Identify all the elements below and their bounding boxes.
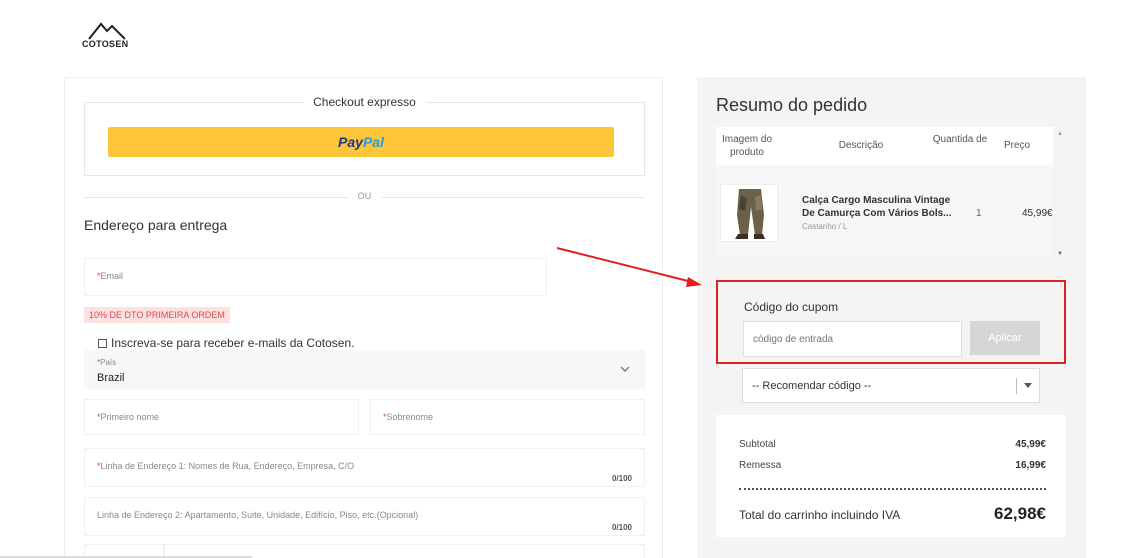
shipping-address-title: Endereço para entrega <box>84 217 228 233</box>
address-line1-label: Linha de Endereço 1: Nomes de Rua, Ender… <box>100 461 355 471</box>
email-label: Email <box>100 271 124 281</box>
product-quantity: 1 <box>976 208 982 219</box>
address-line2-counter: 0/100 <box>611 523 632 532</box>
checkout-form: Checkout expresso Pay Pal OU Endereço par… <box>64 77 663 558</box>
last-name-label: Sobrenome <box>386 412 434 422</box>
coupon-title: Código do cupom <box>744 300 839 314</box>
express-checkout-box: Checkout expresso Pay Pal <box>84 95 645 176</box>
last-name-field[interactable]: *Sobrenome <box>370 399 645 435</box>
address-line1-counter: 0/100 <box>611 474 632 483</box>
paypal-button[interactable]: Pay Pal <box>108 127 614 157</box>
column-header-description: Descrição <box>838 140 884 151</box>
order-summary-title: Resumo do pedido <box>716 95 868 115</box>
apply-coupon-button[interactable]: Aplicar <box>970 321 1040 355</box>
total-label: Total do carrinho incluindo IVA <box>739 508 901 522</box>
email-field[interactable]: *Email <box>84 258 547 296</box>
checkout-page: COTOSEN Checkout expresso Pay Pal OU Ende… <box>0 0 1145 558</box>
address-line2-field[interactable]: Linha de Endereço 2: Apartamento, Suite,… <box>84 497 645 536</box>
shipping-value: 16,99€ <box>1015 460 1046 471</box>
coupon-input[interactable] <box>743 321 962 357</box>
cotosen-logo[interactable]: COTOSEN <box>82 20 132 52</box>
caret-down-icon <box>1024 383 1032 388</box>
subscribe-option[interactable]: Inscreva-se para receber e-mails da Coto… <box>98 336 354 350</box>
recommend-code-select[interactable]: -- Recomendar código -- <box>742 368 1040 403</box>
first-order-discount-badge: 10% DE DTO PRIMEIRA ORDEM <box>84 307 230 323</box>
paypal-logo-part2: Pal <box>362 134 384 150</box>
coupon-section: Código do cupom Aplicar <box>716 280 1066 364</box>
address-line2-label: Linha de Endereço 2: Apartamento, Suite,… <box>97 510 419 520</box>
shipping-label: Remessa <box>739 460 782 471</box>
paypal-logo-part1: Pay <box>338 134 363 150</box>
column-header-price: Preço <box>1003 140 1031 151</box>
scroll-down-icon[interactable]: ▼ <box>1057 251 1063 257</box>
order-items-table: Imagem do produto Descrição Quantida de … <box>716 127 1053 261</box>
country-value: Brazil <box>97 372 125 384</box>
mountain-icon <box>88 22 126 40</box>
subtotal-value: 45,99€ <box>1015 439 1046 450</box>
product-image <box>720 184 778 242</box>
product-name[interactable]: Calça Cargo Masculina Vintage De Camurça… <box>802 194 962 220</box>
address-line1-field[interactable]: *Linha de Endereço 1: Nomes de Rua, Ende… <box>84 448 645 487</box>
product-price: 45,99€ <box>1022 208 1053 219</box>
logo-text: COTOSEN <box>82 39 129 49</box>
express-checkout-title: Checkout expresso <box>303 95 426 109</box>
product-variant: Castanho / L <box>802 222 848 231</box>
subscribe-checkbox[interactable] <box>98 338 107 348</box>
or-divider: OU <box>84 191 645 201</box>
column-header-quantity: Quantida de <box>932 134 988 145</box>
first-name-field[interactable]: *Primeiro nome <box>84 399 359 435</box>
country-select[interactable]: *País Brazil <box>84 350 645 389</box>
cargo-pants-image <box>735 189 765 239</box>
recommend-code-value: -- Recomendar código -- <box>752 380 872 392</box>
first-name-label: Primeiro nome <box>100 412 160 422</box>
country-label: País <box>100 358 117 367</box>
total-value: 62,98€ <box>994 504 1046 523</box>
order-summary: Resumo do pedido Imagem do produto Descr… <box>697 77 1086 558</box>
or-divider-text: OU <box>347 191 382 201</box>
chevron-down-icon <box>620 366 630 372</box>
totals-divider <box>739 488 1046 490</box>
order-totals: Subtotal 45,99€ Remessa 16,99€ Total do … <box>716 415 1066 537</box>
subscribe-label: Inscreva-se para receber e-mails da Coto… <box>111 336 355 350</box>
scroll-up-icon[interactable]: ▲ <box>1057 131 1063 137</box>
subtotal-label: Subtotal <box>739 439 776 450</box>
column-header-image: Imagem do produto <box>721 134 773 158</box>
